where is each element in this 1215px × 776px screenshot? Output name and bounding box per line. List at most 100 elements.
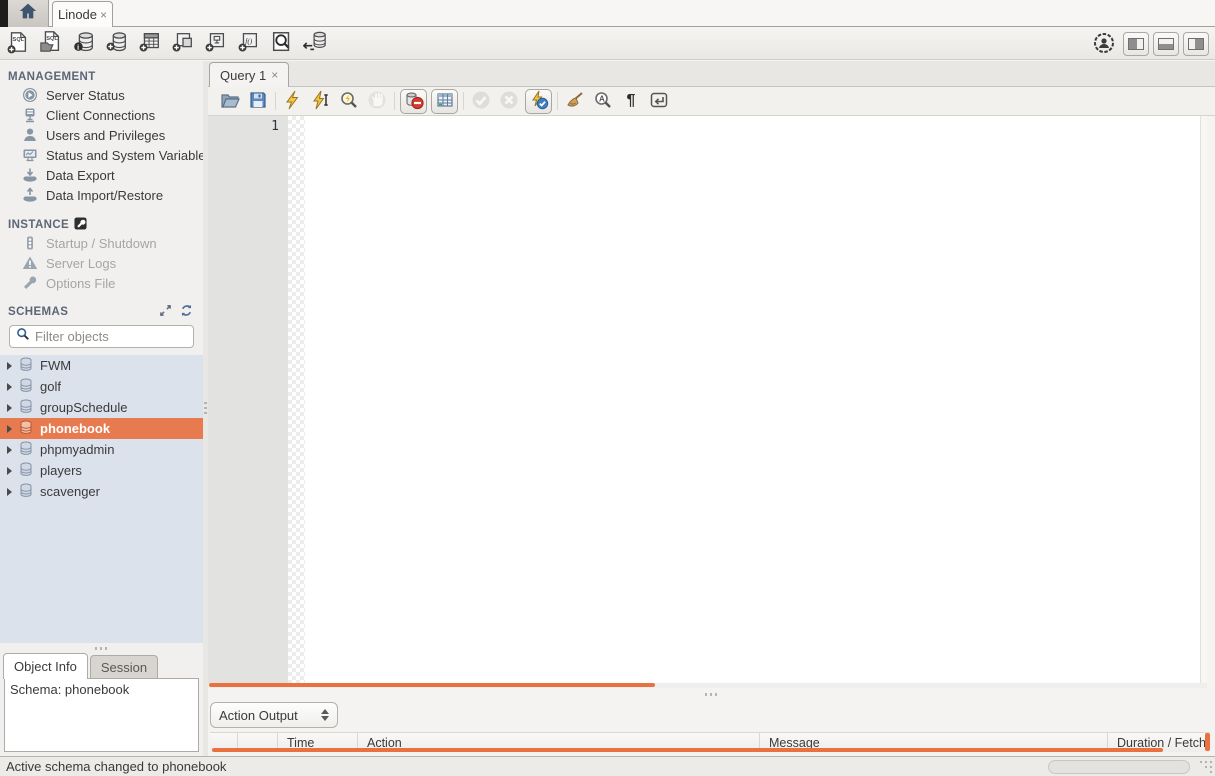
progress-bar: [1048, 760, 1190, 774]
tab-session[interactable]: Session: [90, 655, 158, 679]
svg-text:i: i: [77, 44, 79, 51]
editor-vertical-scrollbar[interactable]: [1200, 116, 1207, 683]
open-file-icon: [220, 90, 240, 113]
connections-icon: [22, 107, 38, 123]
stop-on-error-icon: [404, 90, 424, 113]
close-tab-icon[interactable]: ×: [100, 8, 107, 22]
import-icon: [22, 187, 38, 203]
svg-text:SQL: SQL: [13, 37, 25, 43]
line-number: 1: [271, 119, 279, 134]
output-vscroll-thumb[interactable]: [1205, 733, 1210, 751]
commit-button[interactable]: [467, 88, 495, 114]
toggle-right-panel-button[interactable]: [1183, 32, 1209, 56]
schema-icon: [19, 462, 33, 480]
line-number-gutter: 1: [208, 116, 288, 683]
expander-icon[interactable]: [7, 446, 12, 454]
sidebar-item-server-logs[interactable]: Server Logs: [0, 253, 203, 273]
sidebar-item-data-import[interactable]: Data Import/Restore: [0, 185, 203, 205]
output-panel-splitter[interactable]: [208, 688, 1215, 700]
save-button[interactable]: [244, 88, 272, 114]
limit-rows-button[interactable]: [431, 89, 458, 114]
schema-row-phpmyadmin[interactable]: phpmyadmin: [0, 439, 203, 460]
wrench-badge-icon: [74, 217, 87, 233]
expand-arrows-icon[interactable]: [159, 304, 172, 320]
close-query-tab-icon[interactable]: ×: [271, 68, 278, 82]
toggle-left-panel-button[interactable]: [1123, 32, 1149, 56]
scrollbar-thumb[interactable]: [209, 683, 655, 687]
user-gear-button[interactable]: [1089, 30, 1119, 58]
inspect-database-button[interactable]: i: [69, 30, 99, 58]
refresh-icon[interactable]: [180, 304, 193, 320]
schema-icon: [19, 420, 33, 438]
sql-editor[interactable]: 1: [208, 116, 1207, 683]
schema-row-golf[interactable]: golf: [0, 376, 203, 397]
create-schema-button[interactable]: [102, 30, 132, 58]
expander-icon[interactable]: [7, 488, 12, 496]
tab-object-info[interactable]: Object Info: [3, 653, 88, 679]
search-data-button[interactable]: [267, 30, 297, 58]
execute-current-button[interactable]: [307, 88, 335, 114]
home-tab[interactable]: [8, 0, 49, 27]
wrap-text-icon: [649, 90, 669, 113]
toggle-bottom-panel-button[interactable]: [1153, 32, 1179, 56]
output-type-value: Action Output: [219, 708, 298, 723]
connection-tab-linode[interactable]: Linode ×: [52, 1, 113, 27]
rollback-button[interactable]: [495, 88, 523, 114]
wrap-text-button[interactable]: [645, 88, 673, 114]
new-sql-tab-icon: SQL: [6, 30, 30, 57]
resize-grip-icon[interactable]: [1199, 760, 1213, 774]
open-sql-script-button[interactable]: SQL: [36, 30, 66, 58]
create-function-button[interactable]: f(): [234, 30, 264, 58]
execute-button[interactable]: [279, 88, 307, 114]
tab-query-1[interactable]: Query 1 ×: [209, 62, 289, 87]
expander-icon[interactable]: [7, 404, 12, 412]
open-file-button[interactable]: [216, 88, 244, 114]
output-type-select[interactable]: Action Output: [210, 702, 338, 728]
create-view-button[interactable]: [168, 30, 198, 58]
schema-row-players[interactable]: players: [0, 460, 203, 481]
sidebar: MANAGEMENT Server Status Client Connecti…: [0, 61, 203, 756]
spinner-icon[interactable]: [321, 709, 329, 721]
expander-icon[interactable]: [7, 425, 12, 433]
output-hscroll-thumb[interactable]: [212, 748, 1163, 752]
expander-icon[interactable]: [7, 362, 12, 370]
toggle-left-panel-icon: [1128, 38, 1144, 50]
object-info-panel: Schema: phonebook: [4, 678, 199, 752]
toggle-right-panel-icon: [1188, 38, 1204, 50]
find-button[interactable]: A: [589, 88, 617, 114]
new-sql-tab-button[interactable]: SQL: [3, 30, 33, 58]
toggle-bottom-panel-icon: [1158, 38, 1174, 50]
limit-rows-icon: [435, 90, 455, 113]
window-corner: [0, 0, 8, 27]
schema-row-scavenger[interactable]: scavenger: [0, 481, 203, 502]
stop-button[interactable]: [363, 88, 391, 114]
create-procedure-button[interactable]: [201, 30, 231, 58]
create-table-button[interactable]: [135, 30, 165, 58]
sidebar-item-startup-shutdown[interactable]: Startup / Shutdown: [0, 233, 203, 253]
reconnect-database-button[interactable]: [300, 30, 330, 58]
schema-icon: [19, 441, 33, 459]
sidebar-item-server-status[interactable]: Server Status: [0, 85, 203, 105]
sidebar-item-client-connections[interactable]: Client Connections: [0, 105, 203, 125]
open-sql-script-icon: SQL: [39, 30, 63, 57]
autocommit-button[interactable]: [525, 89, 552, 114]
schema-row-phonebook[interactable]: phonebook: [0, 418, 203, 439]
editor-text-area[interactable]: [305, 116, 1207, 683]
stop-on-error-button[interactable]: [400, 89, 427, 114]
invisible-chars-icon: ¶: [627, 92, 636, 110]
expander-icon[interactable]: [7, 383, 12, 391]
sidebar-horizontal-splitter[interactable]: [0, 643, 203, 653]
explain-icon: [339, 90, 359, 113]
sidebar-item-status-system-variables[interactable]: Status and System Variables: [0, 145, 203, 165]
beautify-button[interactable]: [561, 88, 589, 114]
schema-row-groupschedule[interactable]: groupSchedule: [0, 397, 203, 418]
schema-filter-input[interactable]: [35, 329, 185, 344]
sidebar-item-users-privileges[interactable]: Users and Privileges: [0, 125, 203, 145]
sidebar-item-options-file[interactable]: Options File: [0, 273, 203, 293]
invisible-chars-button[interactable]: ¶: [617, 88, 645, 114]
schema-row-fwm[interactable]: FWM: [0, 355, 203, 376]
schema-filter-box: [9, 325, 194, 348]
sidebar-item-data-export[interactable]: Data Export: [0, 165, 203, 185]
expander-icon[interactable]: [7, 467, 12, 475]
explain-button[interactable]: [335, 88, 363, 114]
